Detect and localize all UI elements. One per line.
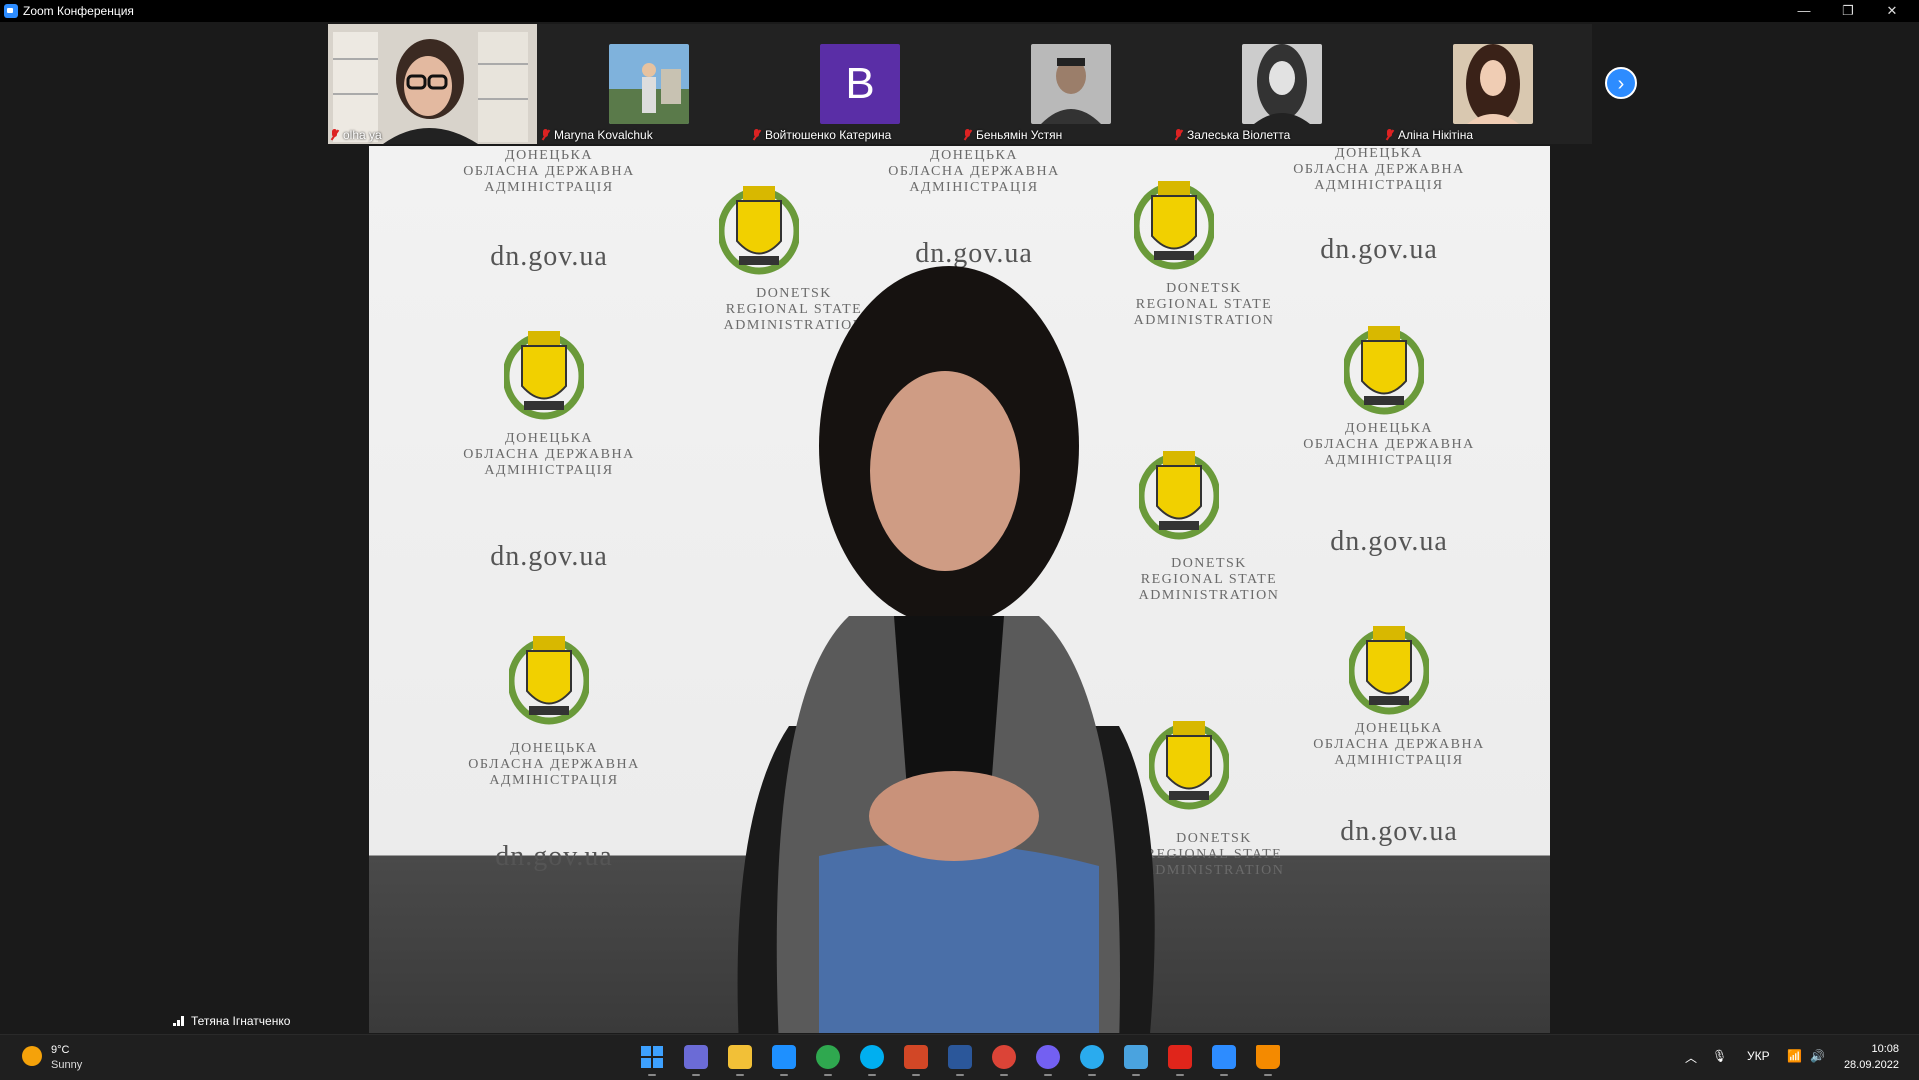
participant-name: Аліна Нікітіна xyxy=(1398,128,1474,142)
clock-date[interactable]: 28.09.2022 xyxy=(1844,1059,1899,1071)
backdrop-caption-ua: ДОНЕЦЬКА ОБЛАСНА ДЕРЖАВНА АДМІНІСТРАЦІЯ xyxy=(463,148,635,196)
backdrop-url: dn.gov.ua xyxy=(1330,526,1448,557)
windows-logo xyxy=(641,1046,663,1068)
coat-of-arms-emblem xyxy=(1349,626,1429,715)
backdrop-caption-ua: ДОНЕЦЬКА ОБЛАСНА ДЕРЖАВНА АДМІНІСТРАЦІЯ xyxy=(1313,721,1485,769)
participant-name: Залеська Віолетта xyxy=(1187,128,1291,142)
participant-avatar xyxy=(1453,44,1533,124)
weather-temperature[interactable]: 9°C xyxy=(51,1044,69,1056)
telegram-icon[interactable] xyxy=(1080,1045,1104,1076)
window-title: Zoom Конференция xyxy=(23,4,134,18)
muted-mic-icon xyxy=(963,129,972,140)
notepad-icon[interactable] xyxy=(1124,1045,1148,1076)
next-participants-button[interactable]: › xyxy=(1605,67,1637,99)
backdrop-caption-ua: ДОНЕЦЬКА ОБЛАСНА ДЕРЖАВНА АДМІНІСТРАЦІЯ xyxy=(468,741,640,789)
acrobat-icon[interactable] xyxy=(1168,1045,1192,1076)
restore-button[interactable]: ❐ xyxy=(1826,0,1870,22)
backdrop-url: dn.gov.ua xyxy=(1340,816,1458,847)
muted-mic-icon xyxy=(541,129,550,140)
backdrop-url: dn.gov.ua xyxy=(490,541,608,572)
microphone-icon[interactable]: 🎙 xyxy=(1712,1049,1727,1063)
participant-initial-avatar: B xyxy=(820,44,900,124)
wifi-icon[interactable]: 📶 xyxy=(1787,1049,1802,1063)
muted-mic-icon xyxy=(1385,129,1394,140)
windows-start-icon[interactable] xyxy=(640,1045,664,1076)
file-explorer-icon[interactable] xyxy=(728,1045,752,1076)
participant-tile[interactable]: Залеська Віолетта xyxy=(1172,24,1381,144)
zoom-app-icon xyxy=(4,4,18,18)
main-speaker-video: ДОНЕЦЬКА ОБЛАСНА ДЕРЖАВНА АДМІНІСТРАЦІЯ dn… xyxy=(369,146,1550,1033)
participant-label: Аліна Нікітіна xyxy=(1385,128,1473,142)
participant-tile[interactable]: olha ya xyxy=(328,24,537,144)
participant-name: olha ya xyxy=(343,128,382,142)
participant-label: Беньямін Устян xyxy=(963,128,1062,142)
windows-taskbar: 9°C Sunny ︿ 🎙 УКР 📶 🔊 10:08 28.09.2022 xyxy=(0,1034,1919,1080)
muted-mic-icon xyxy=(752,129,761,140)
vlc-icon[interactable] xyxy=(1256,1045,1280,1076)
coat-of-arms-emblem xyxy=(509,636,589,725)
powerpoint-icon[interactable] xyxy=(904,1045,928,1076)
participant-avatar xyxy=(609,44,689,124)
tray-overflow-icon[interactable]: ︿ xyxy=(1685,1049,1697,1066)
backdrop-caption-ua: ДОНЕЦЬКА ОБЛАСНА ДЕРЖАВНА АДМІНІСТРАЦІЯ xyxy=(888,148,1060,196)
participant-label: Залеська Віолетта xyxy=(1174,128,1290,142)
store-icon[interactable] xyxy=(772,1045,796,1076)
coat-of-arms-emblem xyxy=(504,331,584,420)
participant-label: Maryna Kovalchuk xyxy=(541,128,653,142)
participant-tile[interactable]: Беньямін Устян xyxy=(961,24,1170,144)
backdrop-caption-ua: ДОНЕЦЬКА ОБЛАСНА ДЕРЖАВНА АДМІНІСТРАЦІЯ xyxy=(463,431,635,479)
sun-weather-icon[interactable] xyxy=(22,1046,42,1066)
word-icon[interactable] xyxy=(948,1045,972,1076)
participant-video xyxy=(328,24,537,144)
participant-name: Беньямін Устян xyxy=(976,128,1063,142)
coat-of-arms-emblem xyxy=(1344,326,1424,415)
participant-label: Войтюшенко Катерина xyxy=(752,128,891,142)
window-titlebar: Zoom Конференция — ❐ ✕ xyxy=(0,0,1919,22)
participant-tile[interactable]: Аліна Нікітіна xyxy=(1383,24,1592,144)
participant-tile[interactable]: B Войтюшенко Катерина xyxy=(750,24,959,144)
language-indicator[interactable]: УКР xyxy=(1747,1049,1770,1063)
backdrop-url: dn.gov.ua xyxy=(495,841,613,872)
skype-icon[interactable] xyxy=(860,1045,884,1076)
minimize-button[interactable]: — xyxy=(1782,0,1826,22)
zoom-icon[interactable] xyxy=(1212,1045,1236,1076)
backdrop-caption-ua: ДОНЕЦЬКА ОБЛАСНА ДЕРЖАВНА АДМІНІСТРАЦІЯ xyxy=(1303,421,1475,469)
signal-strength-icon xyxy=(173,1016,187,1026)
muted-mic-icon xyxy=(330,129,339,140)
participant-avatar xyxy=(1242,44,1322,124)
muted-mic-icon xyxy=(1174,129,1183,140)
backdrop-caption-ua: ДОНЕЦЬКА ОБЛАСНА ДЕРЖАВНА АДМІНІСТРАЦІЯ xyxy=(1293,146,1465,194)
participant-avatar xyxy=(1031,44,1111,124)
zoom-meetings-icon[interactable] xyxy=(684,1045,708,1076)
participant-tile[interactable]: Maryna Kovalchuk xyxy=(539,24,748,144)
volume-icon[interactable]: 🔊 xyxy=(1810,1049,1825,1063)
participant-name: Войтюшенко Катерина xyxy=(765,128,892,142)
participant-name: Maryna Kovalchuk xyxy=(554,128,653,142)
close-button[interactable]: ✕ xyxy=(1870,0,1914,22)
speaker-name-label: Тетяна Ігнатченко xyxy=(173,1014,290,1028)
speaker-figure xyxy=(737,266,1155,1033)
participant-label: olha ya xyxy=(330,128,382,142)
weather-condition[interactable]: Sunny xyxy=(51,1059,82,1071)
backdrop-url: dn.gov.ua xyxy=(1320,234,1438,265)
viber-icon[interactable] xyxy=(1036,1045,1060,1076)
participant-strip: olha ya Maryna Kovalchuk B Войтюшенко Ка… xyxy=(328,24,1592,144)
chrome-profile-icon[interactable] xyxy=(992,1045,1016,1076)
clock-time[interactable]: 10:08 xyxy=(1871,1043,1899,1055)
backdrop-url: dn.gov.ua xyxy=(490,241,608,272)
chrome-icon[interactable] xyxy=(816,1045,840,1076)
